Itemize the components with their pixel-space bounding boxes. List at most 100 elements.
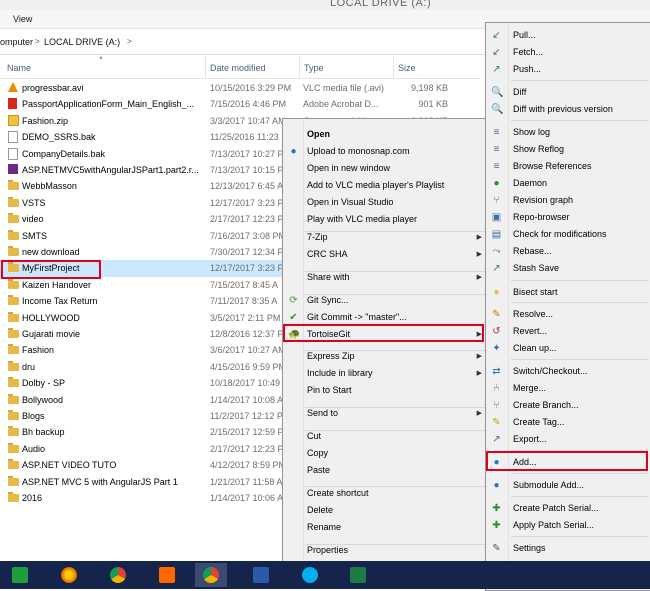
highlight-box [1,260,101,279]
context-menu-item[interactable]: Rename [307,522,341,532]
context-menu-item[interactable]: Pin to Start [307,385,352,395]
file-name: ASP.NET MVC 5 with AngularJS Part 1 [22,476,178,487]
tortoisegit-menu-item[interactable]: Revision graph [513,195,573,205]
context-menu-item[interactable]: Send to [307,408,338,418]
menu-separator [305,430,486,431]
show-reflog-icon: ≡ [493,144,500,155]
context-menu-item[interactable]: Git Sync... [307,295,349,305]
file-name: WebbMasson [22,181,77,192]
create-branch-icon: ⑂ [493,400,500,411]
tortoisegit-menu-item[interactable]: Resolve... [513,309,553,319]
taskbar-button[interactable] [151,563,183,587]
file-date: 7/13/2017 10:27 P [210,148,284,159]
file-name: video [22,214,44,225]
revert-icon: ↺ [492,326,501,337]
context-menu-item[interactable]: Properties [307,545,348,555]
tortoisegit-menu-item[interactable]: Bisect start [513,287,558,297]
tortoisegit-menu-item[interactable]: Show Reflog [513,144,564,154]
tortoisegit-menu-item[interactable]: Browse References [513,161,592,171]
file-row[interactable]: PassportApplicationForm_Main_English_...… [0,96,480,112]
taskbar-button[interactable] [342,563,374,587]
folder-icon [8,180,19,191]
breadcrumb-computer[interactable]: omputer [0,37,33,47]
file-date: 7/15/2017 8:45 A [210,279,279,290]
stash-save-icon: ↗ [492,263,501,274]
file-date: 4/12/2017 8:59 PM [210,460,287,471]
revision-graph-icon: ⑂ [493,195,500,206]
firefox-icon [61,567,77,583]
taskbar-button[interactable] [4,563,36,587]
context-menu-item[interactable]: Open in new window [307,163,390,173]
taskbar-button[interactable] [195,563,227,587]
context-menu-item[interactable]: Express Zip [307,351,355,361]
tortoisegit-menu-item[interactable]: Submodule Add... [513,480,584,490]
context-menu-item[interactable]: Create shortcut [307,488,369,498]
tortoisegit-menu-item[interactable]: Apply Patch Serial... [513,520,594,530]
file-name: Income Tax Return [22,296,98,307]
context-menu-item[interactable]: Copy [307,448,328,458]
context-menu-item[interactable]: Include in library [307,368,373,378]
file-date: 2/17/2017 12:23 P [210,214,284,225]
highlight-box-tortoisegit [283,324,484,342]
tortoisegit-menu-item[interactable]: Pull... [513,30,536,40]
taskbar-button[interactable] [102,563,134,587]
taskbar-button[interactable] [294,563,326,587]
context-menu-item[interactable]: Cut [307,431,321,441]
column-header-size[interactable]: Size [398,63,416,73]
column-header-name[interactable]: Name [7,63,31,73]
context-menu-item[interactable]: Upload to monosnap.com [307,146,410,156]
file-row[interactable]: progressbar.avi 10/15/2016 3:29 PM VLC med… [0,80,480,96]
context-menu-item[interactable]: Open [307,129,330,139]
context-menu-item[interactable]: Delete [307,505,333,515]
context-menu-item[interactable]: Add to VLC media player's Playlist [307,180,444,190]
tortoisegit-menu-item[interactable]: Create Branch... [513,400,579,410]
file-name: Bollywood [22,394,64,405]
tortoisegit-menu-item[interactable]: Diff [513,87,526,97]
column-divider[interactable] [299,56,300,78]
context-menu-item[interactable]: CRC SHA [307,249,348,259]
create-patch-icon: ✚ [492,503,501,514]
tortoisegit-menu-item[interactable]: Check for modifications [513,229,607,239]
tortoisegit-menu-item[interactable]: Repo-browser [513,212,570,222]
menu-separator [305,486,486,487]
tortoisegit-menu-item[interactable]: Export... [513,434,547,444]
tortoisegit-menu-item[interactable]: Show log [513,127,550,137]
context-menu-item[interactable]: Open in Visual Studio [307,197,393,207]
tortoisegit-menu-item[interactable]: Switch/Checkout... [513,366,588,376]
file-date: 1/14/2017 10:06 A [210,493,284,503]
column-header-row: Name Date modified Type Size [0,56,480,79]
resolve-icon: ✎ [492,309,501,320]
column-header-date[interactable]: Date modified [210,63,266,73]
column-divider[interactable] [205,56,206,78]
tortoisegit-menu-item[interactable]: Stash Save [513,263,559,273]
folder-icon [8,246,19,256]
breadcrumb-separator: > [35,37,40,46]
tortoisegit-menu-item[interactable]: Diff with previous version [513,104,613,114]
menu-view[interactable]: View [13,14,32,24]
context-menu-item[interactable]: Paste [307,465,330,475]
file-date: 12/13/2017 6:45 A [210,181,284,192]
submenu-arrow-icon: ▶ [476,370,482,377]
switch-icon: ⇄ [492,366,501,377]
tortoisegit-menu-item[interactable]: Rebase... [513,246,552,256]
context-menu-item[interactable]: Play with VLC media player [307,214,417,224]
tortoisegit-menu-item[interactable]: Revert... [513,326,547,336]
tortoisegit-menu-item[interactable]: Merge... [513,383,546,393]
taskbar-button[interactable] [245,563,277,587]
tortoisegit-menu-item[interactable]: Push... [513,64,541,74]
context-menu-item[interactable]: Git Commit -> "master"... [307,312,407,322]
context-menu-item[interactable]: Share with [307,272,350,282]
context-menu-item[interactable]: 7-Zip [307,232,328,242]
folder-icon [8,229,19,240]
column-header-type[interactable]: Type [304,63,324,73]
column-divider[interactable] [393,56,394,78]
tortoisegit-menu-item[interactable]: Settings [513,543,546,553]
tortoisegit-menu-item[interactable]: Clean up... [513,343,557,353]
export-icon: ↗ [492,434,501,445]
tortoisegit-menu-item[interactable]: Create Tag... [513,417,564,427]
tortoisegit-menu-item[interactable]: Create Patch Serial... [513,503,599,513]
tortoisegit-menu-item[interactable]: Fetch... [513,47,543,57]
tortoisegit-menu-item[interactable]: Daemon [513,178,547,188]
breadcrumb-local-drive[interactable]: LOCAL DRIVE (A:) [44,37,120,47]
taskbar-button[interactable] [53,563,85,587]
